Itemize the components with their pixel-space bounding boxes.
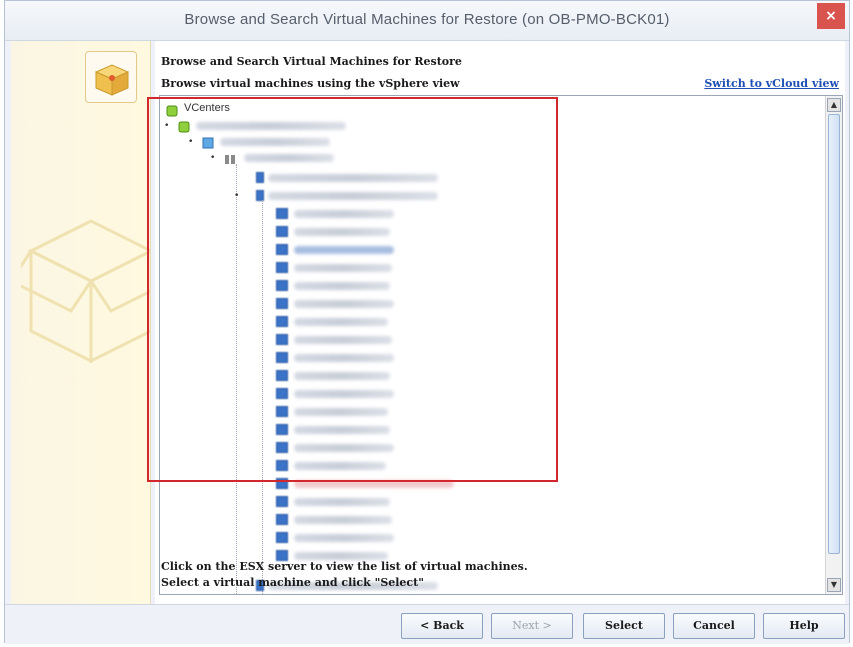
- tree-item-vm[interactable]: [294, 264, 392, 272]
- vm-icon: [276, 388, 288, 399]
- tree-item-vm[interactable]: [294, 336, 392, 344]
- vm-icon: [276, 352, 288, 363]
- page-subtitle: Browse virtual machines using the vSpher…: [161, 77, 460, 90]
- tree-item-host[interactable]: [268, 174, 438, 182]
- vm-icon: [276, 262, 288, 273]
- vm-icon: [276, 514, 288, 525]
- tree-item-vm[interactable]: [294, 246, 394, 254]
- close-button[interactable]: ×: [817, 3, 845, 29]
- tree-item-vm[interactable]: [294, 210, 394, 218]
- page-title: Browse and Search Virtual Machines for R…: [161, 55, 462, 68]
- window-title: Browse and Search Virtual Machines for R…: [184, 11, 670, 28]
- tree-item-vm[interactable]: [294, 318, 388, 326]
- tree-item-vm[interactable]: [294, 408, 388, 416]
- tree-item-datacenter[interactable]: [220, 138, 330, 146]
- dialog-window: Browse and Search Virtual Machines for R…: [4, 0, 850, 644]
- scroll-thumb[interactable]: [828, 114, 840, 554]
- tree-item-vm[interactable]: [294, 372, 390, 380]
- back-button[interactable]: < Back: [401, 613, 483, 639]
- vm-tree-view[interactable]: VCenters • • • • ▲ ▼: [159, 95, 843, 595]
- expand-toggle[interactable]: •: [188, 138, 196, 147]
- vcenters-icon: [166, 102, 178, 117]
- vcenter-server-icon: [178, 118, 190, 133]
- instruction-line-2: Select a virtual machine and click "Sele…: [161, 576, 424, 589]
- vm-icon: [276, 316, 288, 327]
- vm-icon: [276, 406, 288, 417]
- instruction-line-1: Click on the ESX server to view the list…: [161, 560, 528, 573]
- help-button[interactable]: Help: [763, 613, 845, 639]
- tree-item-vm[interactable]: [294, 228, 390, 236]
- vm-icon: [276, 478, 288, 489]
- tree-item-vm[interactable]: [294, 444, 394, 452]
- scroll-down-icon[interactable]: ▼: [827, 578, 841, 592]
- tree-guide-line: [262, 200, 263, 594]
- main-content: Browse and Search Virtual Machines for R…: [155, 41, 845, 604]
- expand-toggle[interactable]: •: [210, 154, 218, 163]
- esx-host-icon: [256, 172, 264, 183]
- tree-item-vm[interactable]: [294, 462, 386, 470]
- titlebar[interactable]: Browse and Search Virtual Machines for R…: [5, 1, 849, 41]
- scroll-up-icon[interactable]: ▲: [827, 98, 841, 112]
- tree-item-vm[interactable]: [294, 498, 390, 506]
- vm-icon: [276, 226, 288, 237]
- wizard-side-panel: [11, 41, 151, 604]
- vm-icon: [276, 424, 288, 435]
- switch-vcloud-link[interactable]: Switch to vCloud view: [704, 77, 839, 90]
- tree-item-vm[interactable]: [294, 534, 394, 542]
- tree-item-vm[interactable]: [294, 516, 392, 524]
- tree-item-vm[interactable]: [294, 426, 390, 434]
- tree-item-cluster[interactable]: [244, 154, 334, 162]
- vm-icon: [276, 370, 288, 381]
- tree-item-vm[interactable]: [294, 480, 454, 488]
- expand-toggle[interactable]: •: [234, 192, 242, 201]
- vm-icon: [276, 298, 288, 309]
- box-watermark-icon: [11, 201, 150, 401]
- vm-icon: [276, 280, 288, 291]
- tree-item-vm[interactable]: [294, 300, 394, 308]
- tree-item-vm[interactable]: [294, 552, 388, 560]
- vm-icon: [276, 208, 288, 219]
- vertical-scrollbar[interactable]: ▲ ▼: [825, 96, 842, 594]
- tree-root-label[interactable]: VCenters: [184, 102, 230, 114]
- button-bar: < Back Next > Select Cancel Help: [5, 604, 849, 644]
- package-icon: [85, 51, 137, 103]
- cluster-icon: [224, 150, 236, 164]
- vm-icon: [276, 460, 288, 471]
- vm-icon: [276, 442, 288, 453]
- select-button[interactable]: Select: [583, 613, 665, 639]
- tree-item-vm[interactable]: [294, 390, 394, 398]
- tree-guide-line: [236, 164, 237, 594]
- datacenter-icon: [202, 134, 214, 149]
- tree-item-vcenter[interactable]: [196, 122, 346, 130]
- tree-item-vm[interactable]: [294, 354, 394, 362]
- next-button[interactable]: Next >: [491, 613, 573, 639]
- vm-icon: [276, 532, 288, 543]
- vm-icon: [276, 244, 288, 255]
- vm-icon: [276, 334, 288, 345]
- cancel-button[interactable]: Cancel: [673, 613, 755, 639]
- expand-toggle[interactable]: •: [164, 122, 172, 131]
- vm-icon: [276, 496, 288, 507]
- tree-item-vm[interactable]: [294, 282, 390, 290]
- tree-item-host[interactable]: [268, 192, 438, 200]
